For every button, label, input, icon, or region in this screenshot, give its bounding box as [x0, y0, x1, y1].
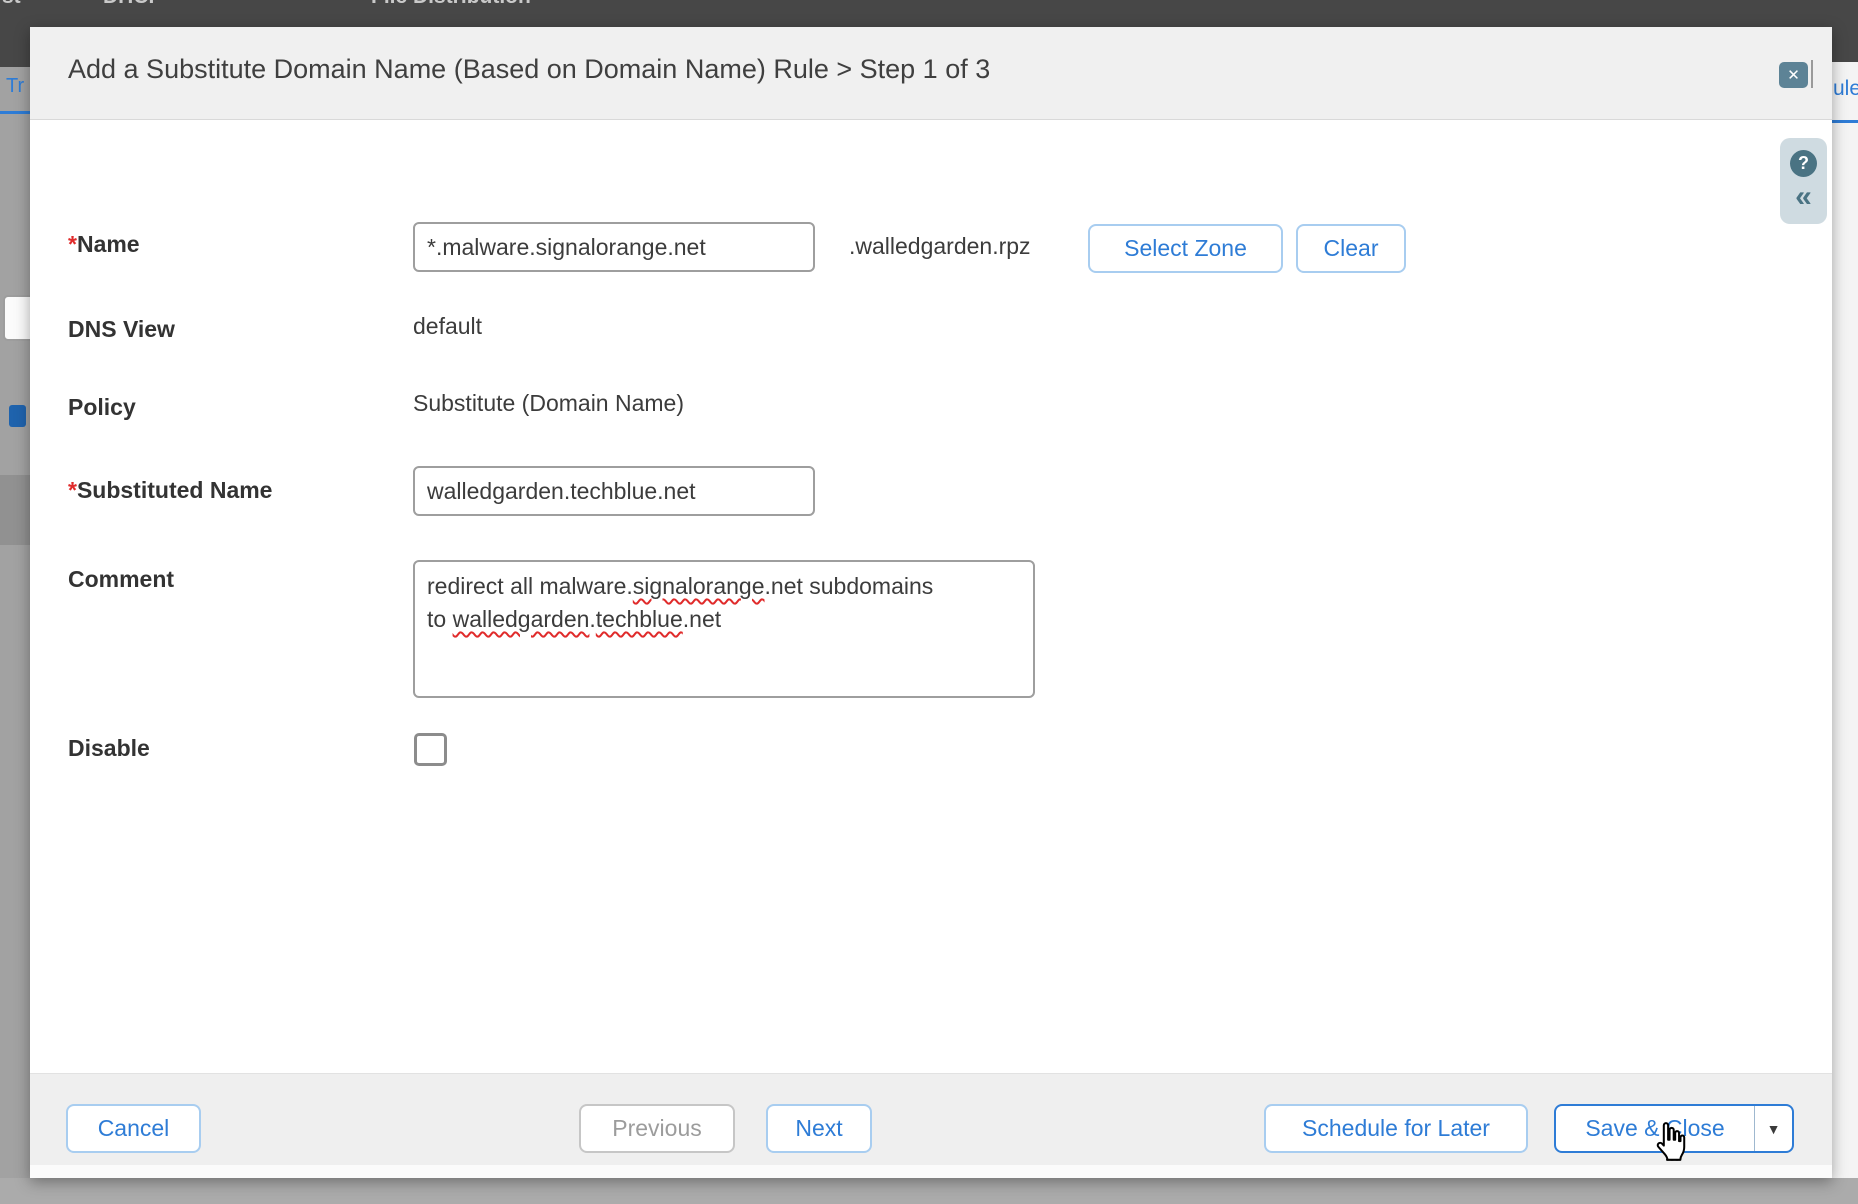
- comment-textarea[interactable]: redirect all malware.signalorange.net su…: [413, 560, 1035, 698]
- header-edge-mark: [1811, 60, 1813, 88]
- background-panel-fragment: [0, 475, 30, 545]
- comment-line-2: to walledgarden.techblue.net: [427, 603, 1021, 636]
- policy-label: Policy: [68, 394, 136, 421]
- dns-view-label: DNS View: [68, 316, 175, 343]
- clear-button[interactable]: Clear: [1296, 224, 1406, 273]
- misspelled-word: techblue: [596, 606, 683, 632]
- tab-dhcp[interactable]: DHCP: [103, 0, 163, 9]
- schedule-for-later-button[interactable]: Schedule for Later: [1264, 1104, 1528, 1153]
- collapse-icon[interactable]: «: [1790, 180, 1817, 214]
- misspelled-word: signalorange: [633, 573, 765, 599]
- previous-button[interactable]: Previous: [579, 1104, 735, 1153]
- misspelled-word: walledgarden: [453, 606, 590, 632]
- background-input-fragment: [3, 295, 30, 341]
- dropdown-arrow-icon[interactable]: ▼: [1755, 1106, 1792, 1151]
- select-zone-button[interactable]: Select Zone: [1088, 224, 1283, 273]
- dns-view-value: default: [413, 313, 482, 340]
- save-close-button[interactable]: Save & Close: [1556, 1106, 1754, 1151]
- policy-value: Substitute (Domain Name): [413, 390, 684, 417]
- next-button[interactable]: Next: [766, 1104, 872, 1153]
- dialog-title: Add a Substitute Domain Name (Based on D…: [68, 54, 990, 85]
- required-marker: *: [68, 231, 77, 257]
- name-input[interactable]: [413, 222, 815, 272]
- cancel-button[interactable]: Cancel: [66, 1104, 201, 1153]
- top-toolbar: st DHCP File Distribution: [0, 0, 1858, 27]
- comment-label: Comment: [68, 566, 174, 593]
- background-right-tab[interactable]: ule: [1833, 77, 1858, 101]
- name-label: *Name: [68, 231, 140, 258]
- background-left-tab[interactable]: Tr: [6, 75, 24, 98]
- help-panel-tab: ? «: [1780, 138, 1827, 224]
- close-icon[interactable]: ✕: [1779, 62, 1808, 88]
- toolbar-right-remnant: [1832, 27, 1858, 62]
- background-page-right: ule: [1832, 27, 1858, 1178]
- help-icon[interactable]: ?: [1790, 150, 1817, 177]
- background-left-tab-underline: [0, 111, 30, 114]
- required-marker: *: [68, 477, 77, 503]
- dialog-bottom-edge: [30, 1165, 1832, 1178]
- toolbar-left-remnant: [0, 27, 30, 67]
- comment-line-1: redirect all malware.signalorange.net su…: [427, 570, 1021, 603]
- name-suffix: .walledgarden.rpz: [849, 233, 1031, 260]
- screen: st DHCP File Distribution DNS Tr ule Add…: [0, 0, 1858, 1204]
- save-close-split-button: Save & Close ▼: [1554, 1104, 1794, 1153]
- background-right-tab-underline: [1832, 120, 1858, 123]
- printer-icon: [9, 405, 26, 427]
- substituted-name-input[interactable]: [413, 466, 815, 516]
- tab-file-distribution[interactable]: File Distribution: [371, 0, 531, 9]
- background-page-bottom: [0, 1178, 1858, 1204]
- background-page-left: Tr: [0, 27, 30, 1178]
- tab-fragment-left[interactable]: st: [2, 0, 21, 9]
- disable-checkbox[interactable]: [414, 733, 447, 766]
- substituted-name-label: *Substituted Name: [68, 477, 272, 504]
- disable-label: Disable: [68, 735, 150, 762]
